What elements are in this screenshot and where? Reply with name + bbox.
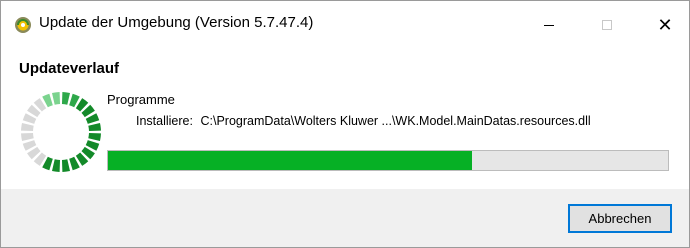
spinner-segment <box>88 123 101 132</box>
update-app-icon <box>15 17 31 33</box>
footer: Abbrechen <box>1 189 689 247</box>
section-label: Programme <box>107 92 175 107</box>
spinner-segment <box>88 132 101 141</box>
minimize-icon <box>544 24 554 26</box>
window-title: Update der Umgebung (Version 5.7.47.4) <box>39 14 314 31</box>
spinner-segment <box>21 132 34 141</box>
progress-bar-fill <box>108 151 472 170</box>
minimize-button[interactable] <box>526 1 572 49</box>
close-icon: ✕ <box>657 14 673 36</box>
maximize-icon <box>602 20 612 30</box>
close-button[interactable]: ✕ <box>642 1 688 49</box>
spinner-segment <box>52 92 61 105</box>
spinner-segment <box>52 159 61 172</box>
spinner-segment <box>21 123 34 132</box>
loading-spinner-icon <box>21 92 101 172</box>
status-prefix: Installiere: <box>136 114 193 128</box>
install-status: Installiere: C:\ProgramData\Wolters Kluw… <box>136 114 591 128</box>
title-bar[interactable]: Update der Umgebung (Version 5.7.47.4) ✕ <box>1 1 689 49</box>
content-panel: Updateverlauf Programme Installiere: C:\… <box>1 49 689 189</box>
spinner-segment <box>61 159 70 172</box>
update-window: Update der Umgebung (Version 5.7.47.4) ✕… <box>0 0 690 248</box>
cancel-button[interactable]: Abbrechen <box>568 204 672 233</box>
status-file-path: C:\ProgramData\Wolters Kluwer ...\WK.Mod… <box>200 114 591 128</box>
page-title: Updateverlauf <box>19 60 120 77</box>
maximize-button <box>584 1 630 49</box>
spinner-segment <box>61 92 70 105</box>
progress-bar <box>107 150 669 171</box>
